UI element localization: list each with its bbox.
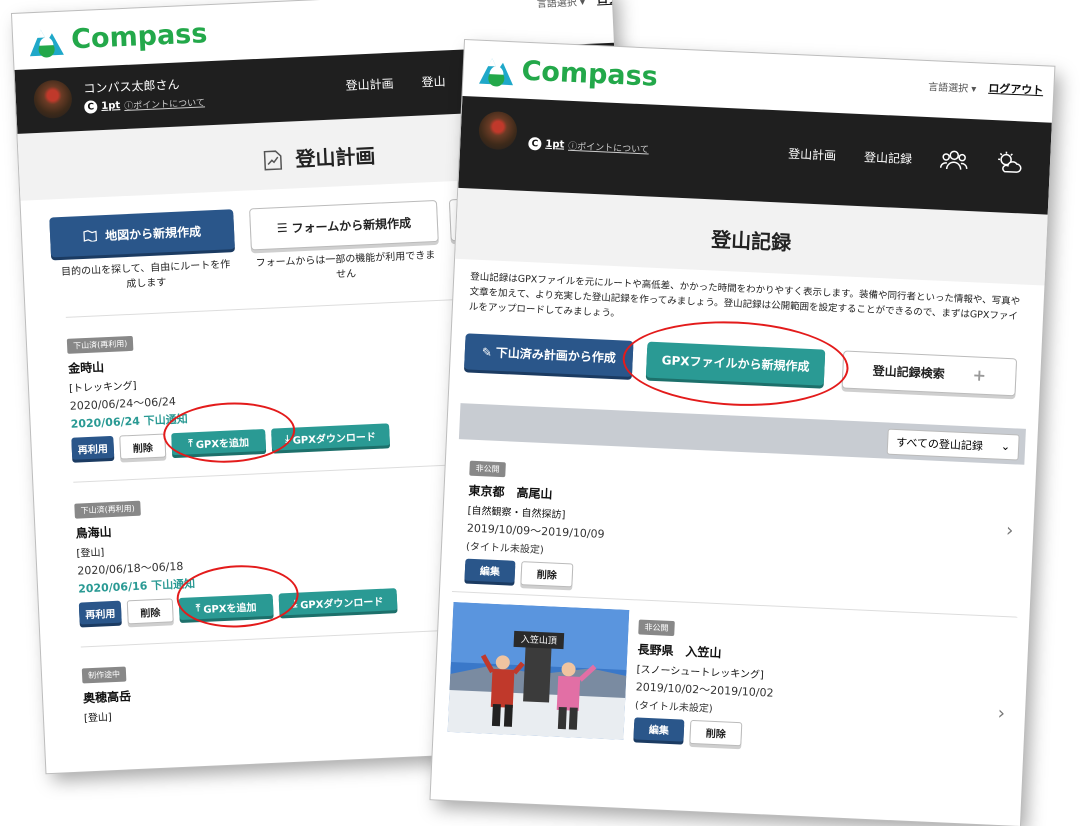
search-records-label: 登山記録検索: [872, 363, 945, 382]
plus-icon: +: [972, 365, 987, 386]
logo-text: Compass: [520, 55, 659, 93]
create-from-map-label: 地図から新規作成: [104, 224, 202, 243]
page-title: 登山計画: [294, 143, 376, 172]
page-title: 登山記録: [710, 227, 792, 255]
nav-links: 登山計画 登山: [345, 72, 446, 94]
points-coin-icon: C: [84, 100, 98, 114]
record-item-actions: 編集 削除: [633, 716, 772, 747]
logo-text: Compass: [70, 17, 208, 55]
logout-link[interactable]: ログアウト: [597, 0, 646, 7]
logout-link[interactable]: ログアウト: [988, 80, 1044, 98]
status-badge: 下山済(再利用): [74, 500, 142, 519]
points-help-link[interactable]: ⓘポイントについて: [568, 139, 649, 156]
chevron-right-icon[interactable]: ›: [997, 702, 1005, 723]
search-records-button[interactable]: 登山記録検索 +: [841, 350, 1018, 396]
pencil-icon: ✎: [481, 344, 493, 360]
logo[interactable]: Compass: [477, 52, 659, 94]
create-from-map-button[interactable]: 地図から新規作成: [49, 209, 235, 258]
nav-record[interactable]: 登山記録: [864, 148, 913, 167]
create-from-form-desc: フォームからは一部の機能が利用できません: [255, 250, 436, 281]
edit-button[interactable]: 編集: [633, 716, 685, 742]
create-from-plan-label: 下山済み計画から作成: [495, 345, 617, 366]
status-badge: 制作途中: [81, 666, 127, 684]
map-icon: [83, 230, 97, 242]
filter-select-value: すべての登山記録: [895, 435, 984, 453]
visibility-badge: 非公開: [638, 619, 675, 636]
weather-icon[interactable]: [995, 150, 1022, 175]
chevron-right-icon[interactable]: ›: [1006, 520, 1014, 541]
create-from-form-button[interactable]: ☰ フォームから新規作成: [249, 199, 439, 251]
highlight-circle: [161, 399, 297, 466]
language-select[interactable]: 言語選択 ▾: [536, 0, 586, 10]
logo[interactable]: Compass: [26, 16, 208, 58]
record-page-screenshot: Compass 言語選択 ▾ ログアウト C 1pt ⓘポイントについて 登山計…: [430, 40, 1055, 826]
reuse-button[interactable]: 再利用: [78, 600, 122, 625]
delete-button[interactable]: 削除: [689, 719, 743, 746]
delete-button[interactable]: 削除: [119, 433, 167, 460]
edit-button[interactable]: 編集: [464, 558, 516, 583]
compass-logo-icon: [479, 58, 513, 87]
list-icon: ☰: [276, 220, 288, 236]
delete-button[interactable]: 削除: [520, 560, 574, 587]
header-utility: 言語選択 ▾ ログアウト: [536, 0, 646, 10]
download-gpx-label: GPXダウンロード: [299, 596, 384, 612]
plan-doc-icon: [264, 150, 283, 171]
download-gpx-label: GPXダウンロード: [292, 431, 377, 447]
record-item[interactable]: 入笠山頂 非公開 長野県 入笠山 [スノーシュートレッキング] 2019/10/…: [433, 591, 1029, 772]
create-from-form-label: フォームから新規作成: [291, 215, 412, 236]
nav-record-clipped[interactable]: 登山: [421, 72, 446, 90]
points-row: C 1pt ⓘポイントについて: [84, 95, 205, 114]
highlight-circle: [620, 316, 851, 411]
reuse-button[interactable]: 再利用: [71, 435, 115, 460]
compass-logo-icon: [29, 29, 64, 58]
user-name: コンパス太郎さん: [83, 77, 180, 96]
points-help-link[interactable]: ⓘポイントについて: [124, 95, 205, 112]
points-value[interactable]: 1pt: [545, 139, 564, 151]
nav-plan[interactable]: 登山計画: [788, 144, 837, 163]
avatar[interactable]: [33, 79, 73, 120]
chevron-down-icon: ⌄: [1000, 439, 1011, 454]
points-value[interactable]: 1pt: [101, 100, 120, 112]
nav-plan[interactable]: 登山計画: [345, 75, 394, 94]
avatar[interactable]: [478, 110, 518, 151]
record-item[interactable]: 非公開 東京都 高尾山 [自然観察・自然探訪] 2019/10/09〜2019/…: [440, 438, 1036, 617]
language-select[interactable]: 言語選択 ▾: [928, 78, 977, 95]
nav-links: 登山計画 登山記録: [788, 141, 1023, 176]
delete-button[interactable]: 削除: [126, 598, 174, 625]
create-from-map-desc: 目的の山を探して、自由にルートを作成します: [60, 259, 231, 291]
record-info: 非公開 長野県 入笠山 [スノーシュートレッキング] 2019/10/02〜20…: [633, 614, 776, 747]
visibility-badge: 非公開: [469, 460, 506, 477]
record-place: 長野県 入笠山: [637, 642, 722, 660]
points-row: C 1pt ⓘポイントについて: [528, 136, 649, 156]
status-badge: 下山済(再利用): [66, 335, 134, 354]
group-icon[interactable]: [939, 149, 969, 172]
create-from-plan-button[interactable]: ✎ 下山済み計画から作成: [464, 332, 634, 377]
points-coin-icon: C: [528, 136, 542, 151]
record-photo: 入笠山頂: [447, 601, 630, 740]
